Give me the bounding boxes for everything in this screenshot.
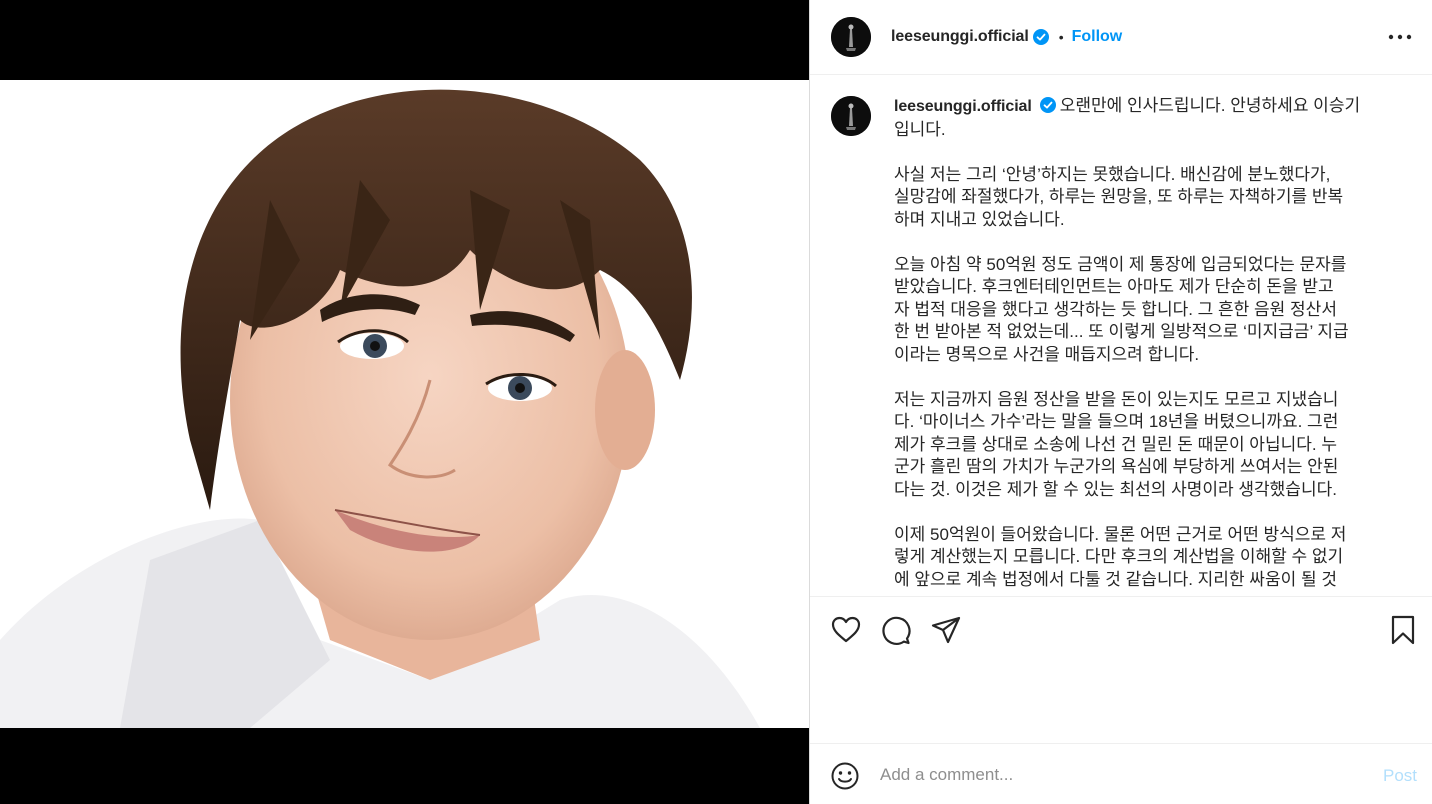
caption-line: 이라는 명목으로 사건을 매듭지으려 합니다. xyxy=(894,344,1200,364)
verified-badge-icon xyxy=(1032,29,1049,45)
caption-line: 한 번 받아본 적 없었는데... 또 이렇게 일방적으로 ‘미지급금’ 지급 xyxy=(894,322,1349,341)
share-icon[interactable] xyxy=(930,614,962,646)
caption-area[interactable]: leeseunggi.official 오랜만에 인사드립니다. 안녕하세요 이승… xyxy=(810,75,1432,597)
caption-line: 저는 지금까지 음원 정산을 받을 돈이 있는지도 모르고 지냈습니 xyxy=(894,389,1339,409)
caption-line: 이제 50억원이 들어왔습니다. 물론 어떤 근거로 어떤 방식으로 저 xyxy=(894,524,1347,544)
post-media[interactable] xyxy=(0,0,809,804)
comment-icon[interactable] xyxy=(880,614,912,646)
caption-line: 다. ‘마이너스 가수’라는 말을 들으며 18년을 버텼으니까요. 그런 xyxy=(894,412,1339,431)
caption-line: 받았습니다. 후크엔터테인먼트는 아마도 제가 단순히 돈을 받고 xyxy=(894,277,1334,296)
post-header: leeseunggi.official • Follow xyxy=(810,0,1432,75)
caption-line: 다는 것. 이것은 제가 할 수 있는 최선의 사명이라 생각했습니다. xyxy=(894,479,1337,499)
bookmark-icon[interactable] xyxy=(1387,614,1419,646)
caption-text: leeseunggi.official 오랜만에 인사드립니다. 안녕하세요 이승… xyxy=(894,95,1404,591)
avatar[interactable] xyxy=(831,17,871,57)
caption-line: 하며 지내고 있었습니다. xyxy=(894,209,1065,229)
comment-bar: Post xyxy=(810,743,1432,804)
verified-badge-icon xyxy=(1039,97,1056,113)
post-photo xyxy=(0,80,809,728)
caption-line: 제가 후크를 상대로 소송에 나선 건 밀린 돈 때문이 아닙니다. 누 xyxy=(894,434,1337,454)
separator-dot: • xyxy=(1058,29,1064,45)
caption-paragraph-2: 오늘 아침 약 50억원 정도 금액이 제 통장에 입금되었다는 문자를 받았습… xyxy=(894,254,1404,367)
post-comment-button[interactable]: Post xyxy=(1383,766,1431,786)
caption-paragraph-4: 이제 50억원이 들어왔습니다. 물론 어떤 근거로 어떤 방식으로 저 렇게 … xyxy=(894,524,1404,592)
caption-line: 에 앞으로 계속 법정에서 다툴 것 같습니다. 지리한 싸움이 될 것 xyxy=(894,569,1337,589)
caption-line: 렇게 계산했는지 모릅니다. 다만 후크의 계산법을 이해할 수 없기 xyxy=(894,547,1344,566)
comment-input[interactable] xyxy=(880,760,1360,790)
caption-line: 오랜만에 인사드립니다. 안녕하세요 이승기 xyxy=(1059,96,1361,115)
caption-username[interactable]: leeseunggi.official xyxy=(894,98,1032,115)
caption-avatar[interactable] xyxy=(831,96,871,136)
post-side-panel: leeseunggi.official • Follow leeseunggi.… xyxy=(809,0,1432,804)
emoji-icon[interactable] xyxy=(830,761,860,791)
caption-line: 오늘 아침 약 50억원 정도 금액이 제 통장에 입금되었다는 문자를 xyxy=(894,254,1347,274)
caption-paragraph-0: 입니다. xyxy=(894,119,1404,142)
caption-line: 사실 저는 그리 ‘안녕’하지는 못했습니다. 배신감에 분노했다가, xyxy=(894,164,1331,184)
caption-line: 자 법적 대응을 했다고 생각하는 듯 합니다. 그 흔한 음원 정산서 xyxy=(894,299,1337,319)
follow-button[interactable]: Follow xyxy=(1072,28,1123,46)
portrait-illustration xyxy=(0,80,809,728)
caption-line: 실망감에 좌절했다가, 하루는 원망을, 또 하루는 자책하기를 반복 xyxy=(894,187,1344,206)
caption-line: 군가 흘린 땀의 가치가 누군가의 욕심에 부당하게 쓰여서는 안된 xyxy=(894,457,1339,476)
action-bar xyxy=(810,598,1432,662)
heart-icon[interactable] xyxy=(830,614,862,646)
caption-line: 입니다. xyxy=(894,119,946,139)
caption-paragraph-1: 사실 저는 그리 ‘안녕’하지는 못했습니다. 배신감에 분노했다가, 실망감에… xyxy=(894,164,1404,232)
more-options-icon[interactable] xyxy=(1387,24,1413,50)
caption-paragraph-3: 저는 지금까지 음원 정산을 받을 돈이 있는지도 모르고 지냈습니 다. ‘마… xyxy=(894,389,1404,502)
header-username[interactable]: leeseunggi.official xyxy=(891,28,1029,46)
